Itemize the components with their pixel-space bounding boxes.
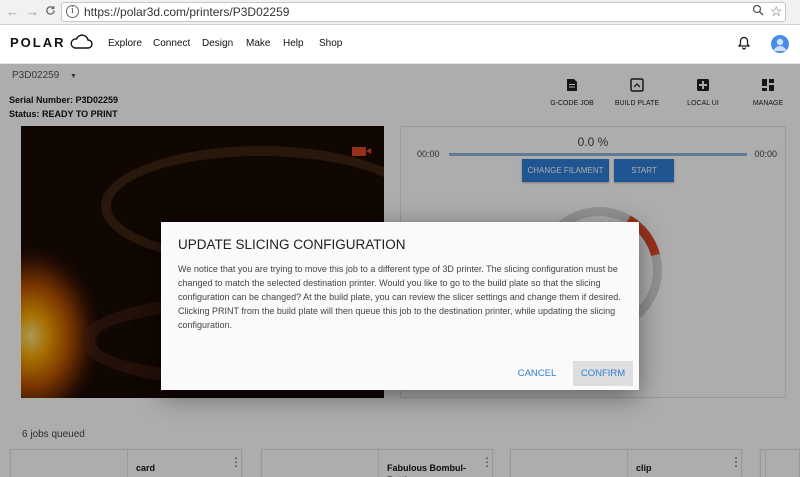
confirm-button[interactable]: CONFIRM [573,361,633,386]
nav-make[interactable]: Make [246,38,270,49]
address-bar[interactable]: i https://polar3d.com/printers/P3D02259 … [61,2,786,22]
app-header: POLAR Explore Connect Design Make Help S… [0,25,800,64]
nav-shop[interactable]: Shop [319,38,342,49]
nav-design[interactable]: Design [202,38,233,49]
nav-help[interactable]: Help [283,38,304,49]
zoom-icon[interactable] [752,4,764,19]
nav-explore[interactable]: Explore [108,38,142,49]
bookmark-star-icon[interactable]: ☆ [770,3,783,20]
info-icon[interactable]: i [66,5,79,18]
reload-icon[interactable] [45,4,56,19]
dialog-message: We notice that you are trying to move th… [178,264,621,330]
logo-text: POLAR [10,34,66,50]
url-text[interactable]: https://polar3d.com/printers/P3D02259 [84,5,289,19]
nav-connect[interactable]: Connect [153,38,190,49]
browser-toolbar: ← → i https://polar3d.com/printers/P3D02… [0,0,800,25]
forward-arrow-icon[interactable]: → [26,4,39,19]
notification-bell-icon[interactable] [737,36,751,55]
cancel-button[interactable]: CANCEL [509,362,565,386]
back-arrow-icon[interactable]: ← [6,4,19,19]
user-avatar[interactable] [771,35,789,53]
polar-logo[interactable]: POLAR [10,34,93,50]
update-slicing-dialog: UPDATE SLICING CONFIGURATION We notice t… [161,222,639,390]
cloud-logo-icon [69,34,93,49]
dialog-title: UPDATE SLICING CONFIGURATION [178,237,406,252]
